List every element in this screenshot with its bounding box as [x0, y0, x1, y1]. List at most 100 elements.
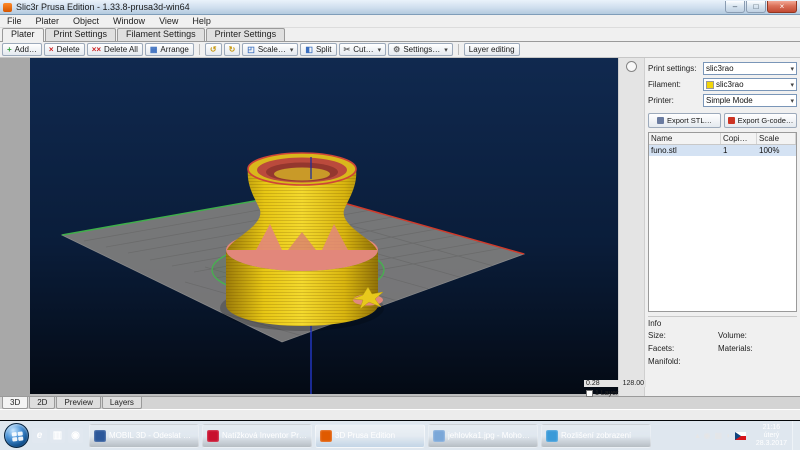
chevron-down-icon: ▾ [790, 81, 794, 89]
filament-select[interactable]: slic3rao ▾ [703, 78, 797, 91]
titlebar[interactable]: Slic3r Prusa Edition - 1.33.8-prusa3d-wi… [0, 0, 800, 15]
table-row[interactable]: funo.stl 1 100% [649, 145, 796, 156]
word-doc-icon [94, 430, 106, 442]
chevron-down-icon: ▾ [790, 97, 794, 105]
close-button[interactable]: × [767, 1, 797, 13]
objects-table: Name Copi… Scale funo.stl 1 100% [648, 132, 797, 312]
add-button[interactable]: + Add… [2, 43, 42, 56]
view-tab-3d[interactable]: 3D [2, 397, 28, 409]
layer-slider-knob[interactable] [626, 61, 637, 72]
arrange-button[interactable]: ▦ Arrange [145, 43, 194, 56]
taskbar-item-image-viewer[interactable]: jehlovka1.jpg - Moho… [428, 424, 538, 448]
start-button[interactable] [4, 423, 29, 448]
split-icon: ◧ [305, 46, 313, 54]
keyboard-layout-flag-icon[interactable] [735, 432, 746, 440]
delete-icon: × [49, 46, 54, 54]
stl-file-icon [657, 117, 664, 124]
image-file-icon [433, 430, 445, 442]
taskbar-item-slic3r[interactable]: 3D Prusa Edition [315, 424, 425, 448]
app-icon [3, 3, 12, 12]
column-header-scale[interactable]: Scale [757, 133, 796, 144]
main-area: Print settings: slic3rao ▾ Filament: sli… [0, 58, 800, 396]
add-icon: + [7, 46, 12, 54]
one-layer-checkbox[interactable] [586, 390, 593, 397]
system-tray: ▴ ◉ ▦ ◗ [690, 431, 750, 440]
sidebar: Print settings: slic3rao ▾ Filament: sli… [644, 58, 800, 396]
delete-all-button[interactable]: ×× Delete All [87, 43, 143, 56]
info-title: Info [648, 319, 797, 328]
taskbar-item-display-settings[interactable]: Rozlišení zobrazení [541, 424, 651, 448]
3d-viewport[interactable] [30, 58, 618, 394]
print-settings-select[interactable]: slic3rao ▾ [703, 62, 797, 75]
export-stl-button[interactable]: Export STL… [648, 113, 721, 128]
layer-editing-button[interactable]: Layer editing [464, 43, 520, 56]
menu-window[interactable]: Window [106, 15, 152, 27]
internet-explorer-icon[interactable]: e [32, 428, 47, 443]
volume-label: Volume: [718, 331, 797, 340]
printer-label: Printer: [648, 96, 703, 105]
view-tabbar: 3D 2D Preview Layers [0, 396, 800, 409]
split-button[interactable]: ◧ Split [300, 43, 336, 56]
rotate-cw-button[interactable]: ↻ [224, 43, 241, 56]
printer-select[interactable]: Simple Mode ▾ [703, 94, 797, 107]
scale-icon: ◰ [247, 46, 255, 54]
view-tab-preview[interactable]: Preview [56, 397, 100, 409]
layer-high-value: 128.00 [623, 380, 644, 387]
manifold-label: Manifold: [648, 357, 718, 366]
settings-button[interactable]: ⚙ Settings… ▾ [388, 43, 453, 56]
taskbar-clock[interactable]: 21:16 úterý 28.3.2017 [751, 424, 792, 448]
tab-printer-settings[interactable]: Printer Settings [206, 28, 286, 41]
minimize-button[interactable]: – [725, 1, 745, 13]
media-player-icon[interactable]: ◉ [68, 428, 83, 443]
settings-icon: ⚙ [393, 46, 400, 54]
scale-button[interactable]: ◰ Scale… ▾ [242, 43, 298, 56]
arrange-icon: ▦ [150, 46, 158, 54]
cut-button[interactable]: ✂ Cut… ▾ [339, 43, 387, 56]
view-tab-layers[interactable]: Layers [102, 397, 142, 409]
menu-help[interactable]: Help [185, 15, 218, 27]
scale-dropdown-icon: ▾ [290, 46, 294, 54]
layer-low-value: 0.28 [586, 380, 600, 387]
tray-volume-icon[interactable]: ◗ [726, 431, 731, 440]
window-title: Slic3r Prusa Edition - 1.33.8-prusa3d-wi… [16, 2, 724, 12]
chevron-down-icon: ▾ [790, 65, 794, 73]
column-header-name[interactable]: Name [649, 133, 721, 144]
taskbar: e ▥ ◉ MOBIL 3D - Odeslat o… Natížková In… [0, 420, 800, 450]
explorer-icon[interactable]: ▥ [50, 428, 65, 443]
export-gcode-button[interactable]: Export G-code… [724, 113, 797, 128]
taskbar-item-inventor[interactable]: Natížková Inventor Pr… [202, 424, 312, 448]
menu-object[interactable]: Object [66, 15, 106, 27]
show-desktop-button[interactable] [792, 421, 800, 450]
cut-dropdown-icon: ▾ [378, 46, 382, 54]
column-header-copies[interactable]: Copi… [721, 133, 757, 144]
tray-app-icon[interactable]: ◉ [703, 431, 710, 440]
inventor-icon [207, 430, 219, 442]
maximize-button[interactable]: □ [746, 1, 766, 13]
menu-view[interactable]: View [152, 15, 185, 27]
slic3r-window: Slic3r Prusa Edition - 1.33.8-prusa3d-wi… [0, 0, 800, 450]
layer-range-readout: 0.28 128.00 1 Layer [584, 380, 646, 397]
menu-file[interactable]: File [0, 15, 29, 27]
quick-launch: e ▥ ◉ [32, 428, 83, 443]
toolbar-separator [458, 44, 459, 55]
tab-plater[interactable]: Plater [2, 28, 44, 42]
view-tab-2d[interactable]: 2D [29, 397, 55, 409]
tray-network-icon[interactable]: ▦ [714, 431, 722, 440]
rotate-ccw-button[interactable]: ↺ [205, 43, 222, 56]
taskbar-item-word[interactable]: MOBIL 3D - Odeslat o… [89, 424, 199, 448]
delete-button[interactable]: × Delete [44, 43, 85, 56]
rotate-ccw-icon: ↺ [210, 46, 217, 54]
one-layer-label: 1 Layer [595, 390, 618, 397]
toolbar-separator [199, 44, 200, 55]
menu-plater[interactable]: Plater [29, 15, 67, 27]
layer-slider[interactable] [618, 58, 644, 396]
gcode-file-icon [728, 117, 735, 124]
plater-toolbar: + Add… × Delete ×× Delete All ▦ Arrange … [0, 42, 800, 58]
display-icon [546, 430, 558, 442]
3d-scene [30, 58, 618, 394]
tab-filament-settings[interactable]: Filament Settings [117, 28, 205, 41]
settings-tabbar: Plater Print Settings Filament Settings … [0, 28, 800, 42]
menubar: File Plater Object Window View Help [0, 15, 800, 28]
tray-expand-icon[interactable]: ▴ [695, 431, 699, 440]
tab-print-settings[interactable]: Print Settings [45, 28, 117, 41]
